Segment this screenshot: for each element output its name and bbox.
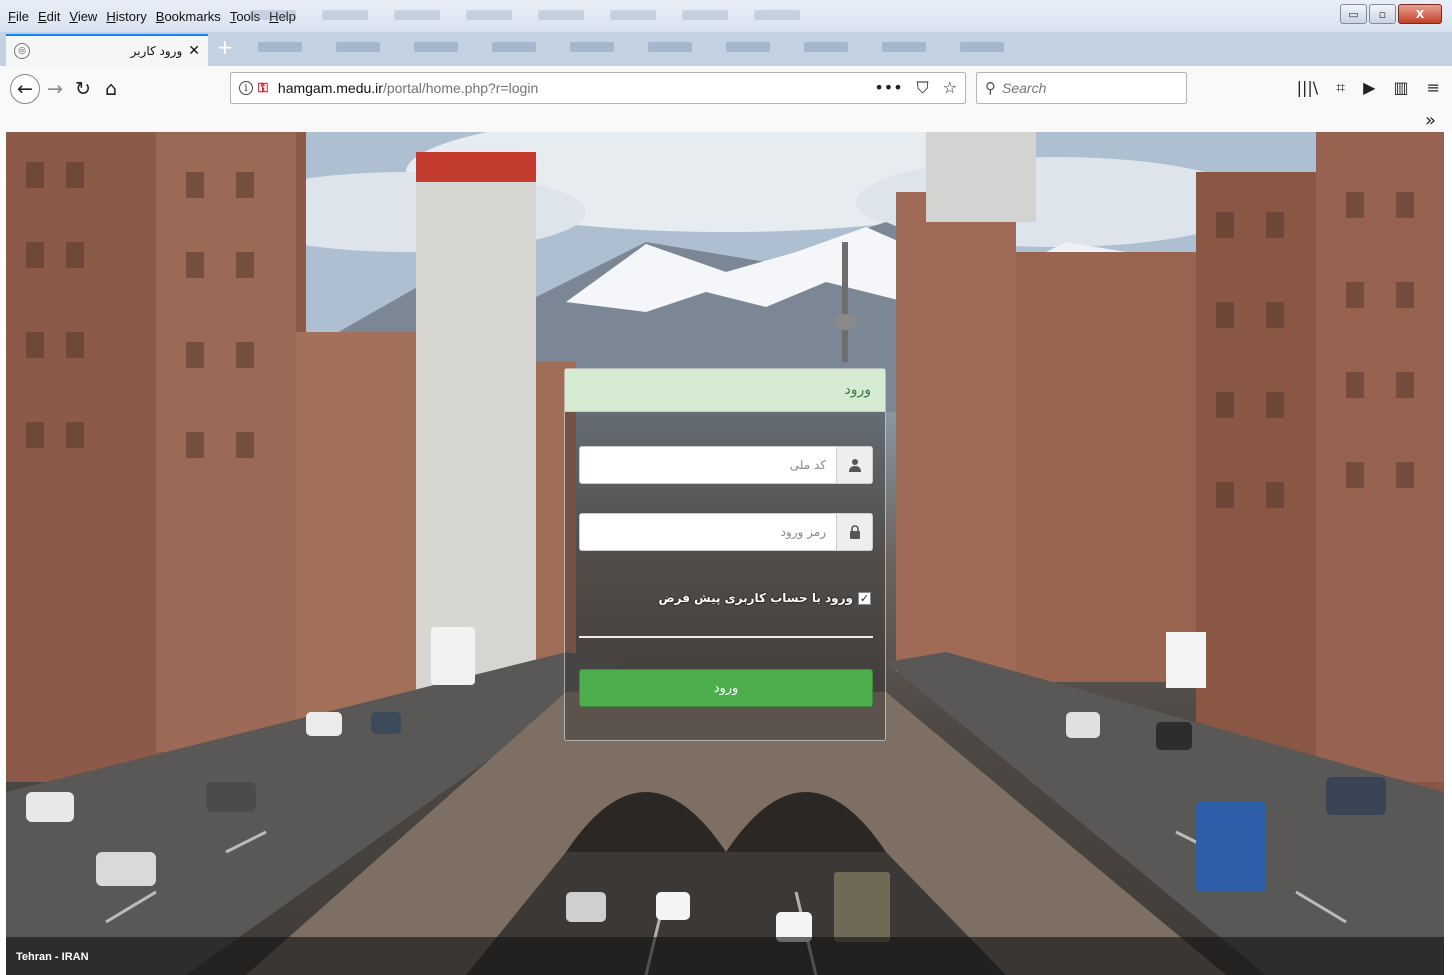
minimize-button[interactable]: ▭ <box>1340 4 1367 24</box>
close-window-button[interactable]: X <box>1398 4 1442 24</box>
page-actions: ••• ⛉ ☆ <box>874 78 957 98</box>
sidebar-icon[interactable]: ▥ <box>1393 78 1408 98</box>
reader-icon[interactable]: ▶ <box>1363 78 1375 98</box>
menu-file[interactable]: File <box>8 9 29 24</box>
home-button[interactable]: ⌂ <box>96 74 126 104</box>
login-panel: ورود ✓ ورود با حساب کاربری پیش فرض ورود <box>564 368 886 741</box>
forward-button[interactable]: → <box>40 74 70 104</box>
maximize-button[interactable]: ▫ <box>1369 4 1396 24</box>
national-code-input[interactable] <box>580 447 836 483</box>
window-controls: ▭ ▫ X <box>1340 4 1442 24</box>
hamburger-menu-icon[interactable]: ≡ <box>1427 78 1440 98</box>
toolbar-right: |||\ ⌗ ▶ ▥ ≡ <box>1297 78 1440 98</box>
form-divider <box>579 636 873 638</box>
lock-icon <box>836 514 872 550</box>
default-account-label: ورود با حساب کاربری پیش فرض <box>658 591 853 605</box>
close-tab-icon[interactable]: ✕ <box>188 43 200 59</box>
remember-default-account: ✓ ورود با حساب کاربری پیش فرض <box>658 591 871 605</box>
tab-login[interactable]: ◎ ورود کاربر ✕ <box>6 34 208 66</box>
url-bar[interactable]: i ⚿ hamgam.medu.ir/portal/home.php?r=log… <box>230 72 966 104</box>
overflow-chevron-icon[interactable]: » <box>1425 110 1436 131</box>
search-input[interactable] <box>1002 80 1172 96</box>
photo-caption: Tehran - IRAN <box>16 951 89 963</box>
menu-view[interactable]: View <box>69 9 97 24</box>
page-content: Tehran - IRAN ورود ✓ ورود با حساب کار <box>6 132 1444 975</box>
tab-title: ورود کاربر <box>130 44 183 58</box>
menu-edit[interactable]: Edit <box>38 9 60 24</box>
login-header: ورود <box>565 369 885 412</box>
password-input[interactable] <box>580 514 836 550</box>
pocket-icon[interactable]: ⛉ <box>917 78 929 98</box>
screenshot-icon[interactable]: ⌗ <box>1336 78 1345 98</box>
globe-icon: ◎ <box>14 43 30 59</box>
tab-strip: ◎ ورود کاربر ✕ + <box>0 32 1452 66</box>
default-account-checkbox[interactable]: ✓ <box>858 591 871 605</box>
info-icon[interactable]: i <box>239 81 253 95</box>
library-icon[interactable]: |||\ <box>1297 78 1319 98</box>
caption-bar <box>6 937 1444 975</box>
new-tab-button[interactable]: + <box>214 36 236 60</box>
search-icon: ⚲ <box>985 79 996 97</box>
menu-bookmarks[interactable]: Bookmarks <box>156 9 221 24</box>
navigation-bar: ← → ↻ ⌂ i ⚿ hamgam.medu.ir/portal/home.p… <box>0 66 1452 110</box>
insecure-lock-icon[interactable]: ⚿ <box>258 81 268 96</box>
browser-window: File Edit View History Bookmarks Tools H… <box>0 0 1452 975</box>
password-field <box>579 513 873 551</box>
search-box[interactable]: ⚲ <box>976 72 1187 104</box>
login-title: ورود <box>844 382 871 398</box>
ghost-tab-overlay <box>258 42 1004 52</box>
bookmark-star-icon[interactable]: ☆ <box>943 78 957 98</box>
login-submit-button[interactable]: ورود <box>579 669 873 707</box>
national-code-field <box>579 446 873 484</box>
back-button[interactable]: ← <box>10 74 40 104</box>
reload-button[interactable]: ↻ <box>68 74 98 104</box>
page-actions-menu-icon[interactable]: ••• <box>874 78 902 98</box>
bookmarks-overflow-row: » <box>0 110 1452 132</box>
menu-history[interactable]: History <box>106 9 146 24</box>
url-text: hamgam.medu.ir/portal/home.php?r=login <box>277 80 539 96</box>
user-icon <box>836 447 872 483</box>
ghost-menu-overlay <box>250 6 850 24</box>
